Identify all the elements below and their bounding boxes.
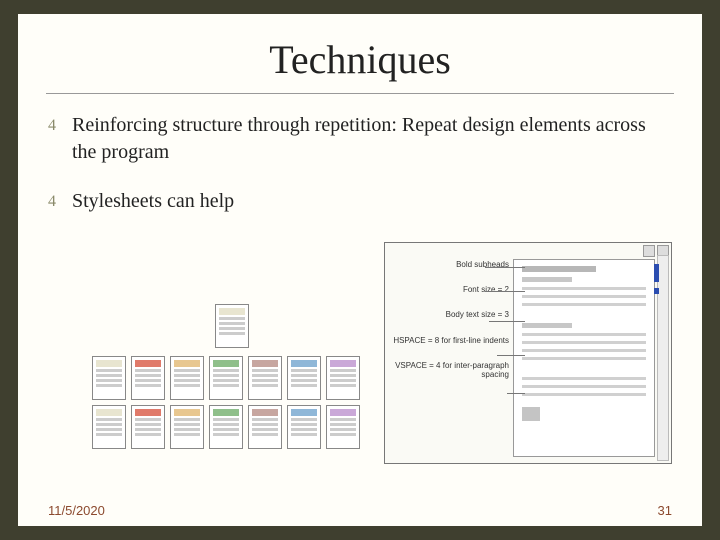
leader-line bbox=[485, 291, 525, 292]
highlight-bar bbox=[654, 288, 659, 294]
bullet-2-text: Stylesheets can help bbox=[72, 188, 234, 215]
image-placeholder-icon bbox=[522, 407, 540, 421]
leader-line bbox=[497, 355, 525, 356]
slide-body: 4 Reinforcing structure through repetiti… bbox=[18, 94, 702, 215]
scrollbar-vertical bbox=[657, 255, 669, 461]
scrollbar-horizontal bbox=[387, 245, 669, 255]
slide-title: Techniques bbox=[18, 36, 702, 83]
page-thumb bbox=[215, 304, 249, 348]
page-thumb bbox=[209, 356, 243, 400]
spec-page-preview bbox=[513, 259, 655, 457]
spec-label: HSPACE = 8 for first-line indents bbox=[391, 336, 509, 345]
bullet-marker-icon: 4 bbox=[48, 188, 62, 215]
spec-label: Body text size = 3 bbox=[391, 310, 509, 319]
page-thumb bbox=[326, 356, 360, 400]
figure-thumbnail-grid bbox=[92, 304, 372, 449]
slide-footer: 11/5/2020 31 bbox=[18, 503, 702, 518]
page-thumb bbox=[248, 356, 282, 400]
leader-line bbox=[485, 267, 525, 268]
spec-label: VSPACE = 4 for inter-paragraph spacing bbox=[391, 361, 509, 379]
bullet-2: 4 Stylesheets can help bbox=[48, 188, 672, 215]
spec-labels: Bold subheads Font size = 2 Body text si… bbox=[391, 259, 513, 457]
bullet-1-text: Reinforcing structure through repetition… bbox=[72, 112, 672, 166]
page-thumb bbox=[170, 405, 204, 449]
bullet-marker-icon: 4 bbox=[48, 112, 62, 166]
page-thumb bbox=[326, 405, 360, 449]
spec-label: Font size = 2 bbox=[391, 285, 509, 294]
highlight-bar bbox=[654, 264, 659, 282]
page-thumb bbox=[209, 405, 243, 449]
leader-line bbox=[507, 393, 525, 394]
footer-date: 11/5/2020 bbox=[48, 503, 105, 518]
page-thumb bbox=[170, 356, 204, 400]
scroll-arrow-icon bbox=[643, 245, 655, 257]
page-thumb bbox=[92, 356, 126, 400]
footer-page-number: 31 bbox=[658, 503, 672, 518]
leader-line bbox=[489, 321, 525, 322]
page-thumb bbox=[92, 405, 126, 449]
slide: Techniques 4 Reinforcing structure throu… bbox=[18, 14, 702, 526]
page-thumb bbox=[131, 405, 165, 449]
page-thumb bbox=[287, 356, 321, 400]
page-thumb bbox=[131, 356, 165, 400]
figure-layout-spec: Bold subheads Font size = 2 Body text si… bbox=[384, 242, 672, 464]
page-thumb bbox=[287, 405, 321, 449]
page-thumb bbox=[248, 405, 282, 449]
bullet-1: 4 Reinforcing structure through repetiti… bbox=[48, 112, 672, 166]
